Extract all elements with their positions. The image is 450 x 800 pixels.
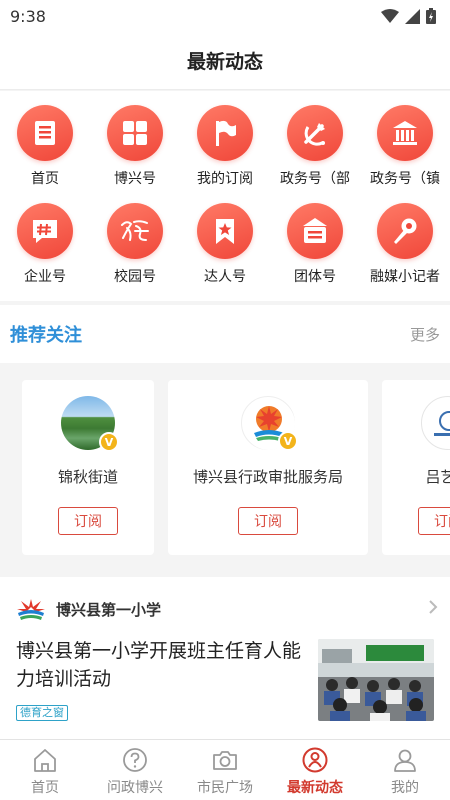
school-logo-icon (17, 599, 45, 620)
tab-latest-news[interactable]: 最新动态 (270, 740, 360, 800)
grid-item-gov-town[interactable]: 政务号（镇 (360, 105, 450, 188)
avatar: V (61, 396, 119, 452)
grid-item-label: 融媒小记者 (370, 269, 440, 285)
grid-item-label: 企业号 (24, 269, 66, 285)
grid-item-label: 首页 (31, 171, 59, 187)
status-icons (381, 8, 436, 24)
grid-item-campus[interactable]: 校园号 (90, 203, 180, 286)
chevron-right-icon[interactable] (428, 599, 438, 615)
microphone-icon (377, 203, 433, 259)
recommend-card[interactable]: V 博兴县行政审批服务局 订阅 (168, 380, 368, 555)
recommend-card[interactable]: V 锦秋街道 订阅 (22, 380, 154, 555)
channel-grid: 首页 博兴号 我的订阅 政务号（部 政务号（镇 企业号 校园号 达人号 团体号 … (0, 91, 450, 301)
tab-wenzheng[interactable]: 问政博兴 (90, 740, 180, 800)
government-building-icon (377, 105, 433, 161)
home-icon (34, 749, 56, 772)
signal-icon (405, 8, 420, 24)
subscribe-button[interactable]: 订阅 (238, 507, 298, 535)
tab-label: 首页 (31, 780, 59, 796)
grid-item-gov-dept[interactable]: 政务号（部 (270, 105, 360, 188)
grid-item-reporter[interactable]: 融媒小记者 (360, 203, 450, 286)
status-bar: 9:38 (0, 0, 450, 32)
grid-item-label: 达人号 (204, 269, 246, 285)
subscribe-button[interactable]: 订阅 (418, 507, 450, 535)
grid-item-group[interactable]: 团体号 (270, 203, 360, 286)
tab-label: 我的 (391, 780, 419, 796)
article-title[interactable]: 博兴县第一小学开展班主任育人能力培训活动 (16, 637, 306, 693)
school-calligraphy-icon (107, 203, 163, 259)
grid-item-label: 博兴号 (114, 171, 156, 187)
grid-icon (107, 105, 163, 161)
avatar: V (421, 396, 450, 450)
tab-citizen-square[interactable]: 市民广场 (180, 740, 270, 800)
more-link[interactable]: 更多 (410, 324, 440, 345)
card-name: 吕艺镇 (425, 468, 450, 486)
grid-item-home[interactable]: 首页 (0, 105, 90, 188)
tab-home[interactable]: 首页 (0, 740, 90, 800)
grid-item-label: 政务号（镇 (370, 171, 440, 187)
article-source[interactable]: 博兴县第一小学 (14, 595, 161, 623)
flag-icon (197, 105, 253, 161)
tab-label: 市民广场 (197, 780, 253, 796)
recommend-carousel[interactable]: V 锦秋街道 订阅 V 博兴县行政审批服务局 订阅 V 吕艺镇 订阅 (0, 366, 450, 573)
page-header: 最新动态 (0, 32, 450, 90)
verified-badge: V (99, 432, 119, 452)
star-bookmark-icon (197, 203, 253, 259)
group-card-icon (287, 203, 343, 259)
grid-item-talent[interactable]: 达人号 (180, 203, 270, 286)
tab-label: 最新动态 (287, 780, 343, 796)
wifi-icon (381, 9, 399, 23)
avatar: V (241, 396, 298, 451)
grid-item-label: 我的订阅 (197, 171, 253, 187)
hashtag-chat-icon (17, 203, 73, 259)
page-title: 最新动态 (186, 51, 263, 73)
status-time: 9:38 (10, 6, 46, 26)
article-source-name: 博兴县第一小学 (56, 600, 162, 619)
grid-item-label: 政务号（部 (280, 171, 350, 187)
tab-label: 问政博兴 (107, 780, 163, 796)
party-emblem-icon (287, 105, 343, 161)
battery-icon (426, 8, 436, 24)
card-name: 锦秋街道 (57, 468, 118, 486)
bottom-tab-bar: 首页 问政博兴 市民广场 最新动态 我的 (0, 739, 450, 800)
grid-item-label: 团体号 (294, 269, 336, 285)
card-name: 博兴县行政审批服务局 (192, 468, 343, 486)
grid-item-label: 校园号 (114, 269, 156, 285)
grid-item-enterprise[interactable]: 企业号 (0, 203, 90, 286)
document-icon (17, 105, 73, 161)
camera-icon (213, 751, 237, 770)
recommend-title: 推荐关注 (10, 325, 82, 346)
article-card[interactable]: 博兴县第一小学 博兴县第一小学开展班主任育人能力培训活动 德育之窗 (0, 577, 450, 739)
user-icon (394, 749, 416, 772)
news-activity-icon (302, 747, 328, 773)
question-icon (123, 748, 147, 772)
article-tag: 德育之窗 (16, 705, 68, 721)
recommend-header: 推荐关注 更多 (0, 305, 450, 363)
tab-mine[interactable]: 我的 (360, 740, 450, 800)
article-thumbnail[interactable] (318, 639, 434, 721)
grid-item-my-subscriptions[interactable]: 我的订阅 (180, 105, 270, 188)
subscribe-button[interactable]: 订阅 (58, 507, 118, 535)
grid-item-boxing[interactable]: 博兴号 (90, 105, 180, 188)
verified-badge: V (278, 431, 298, 451)
recommend-card[interactable]: V 吕艺镇 订阅 (382, 380, 450, 555)
